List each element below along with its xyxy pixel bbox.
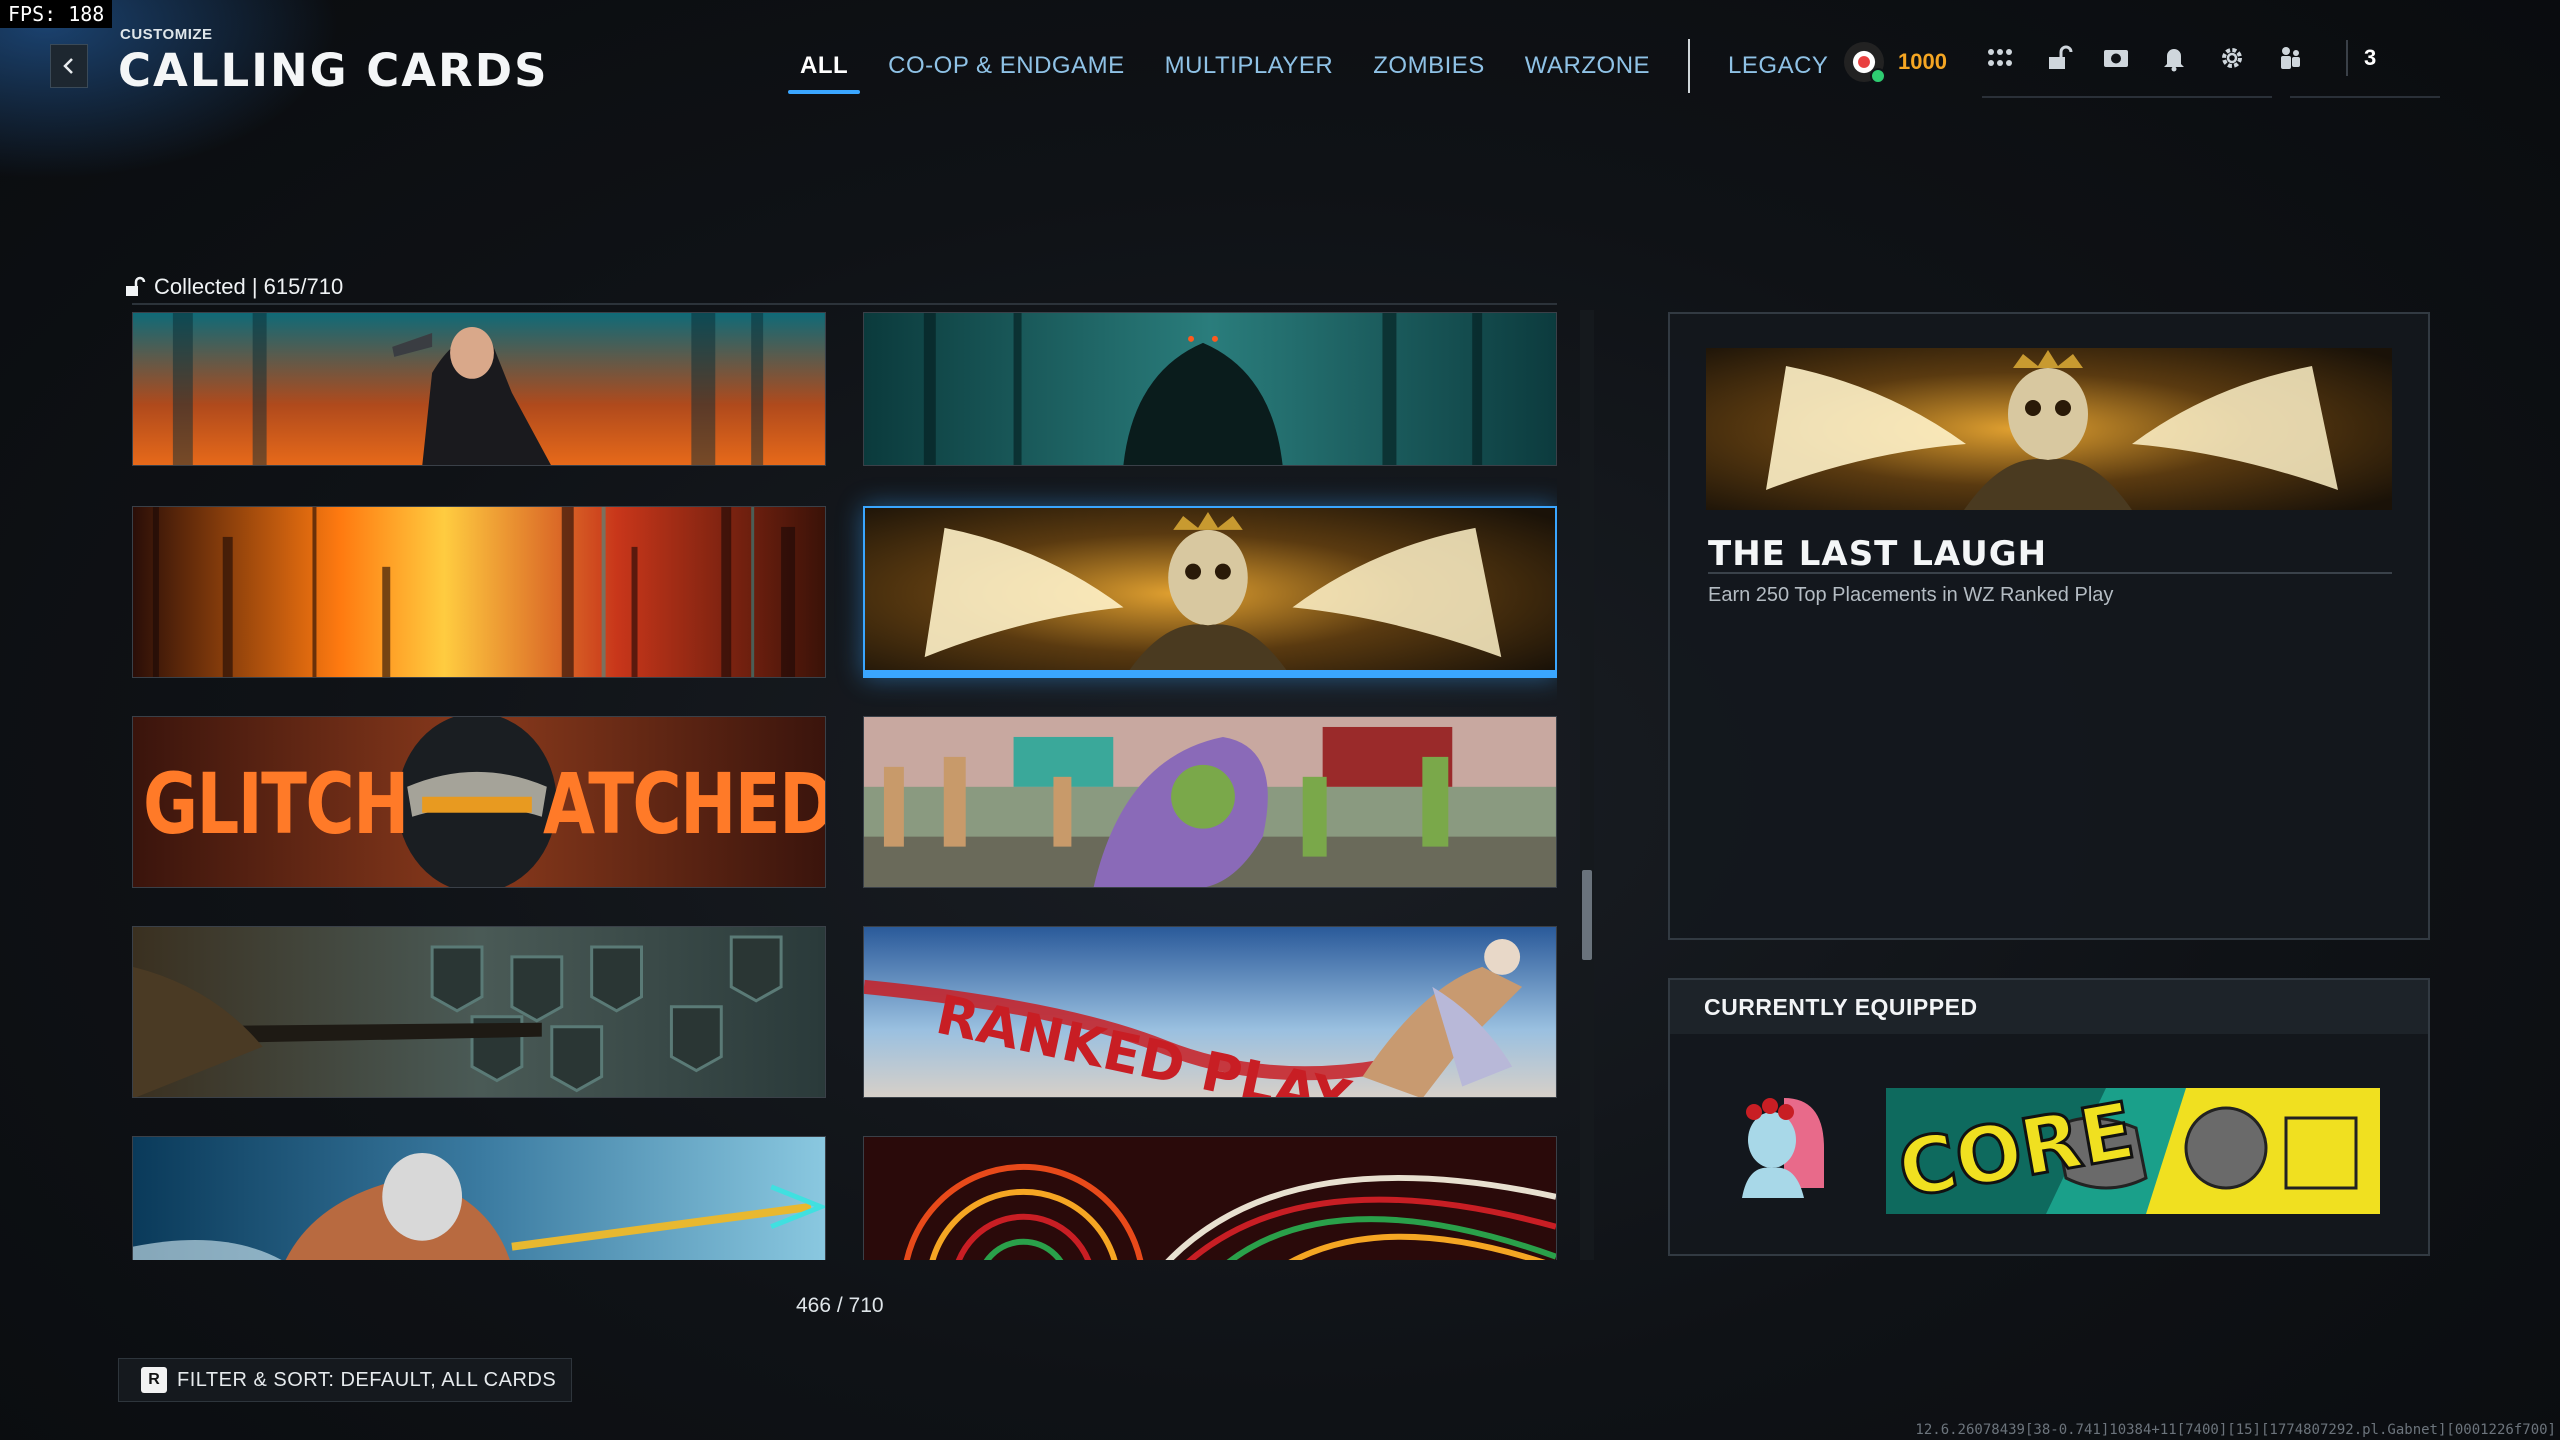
equipped-emblem[interactable] xyxy=(1724,1088,1834,1200)
pagination-counter: 466 / 710 xyxy=(796,1294,884,1317)
chevron-left-icon xyxy=(63,58,73,74)
tab-multiplayer[interactable]: MULTIPLAYER xyxy=(1165,48,1334,84)
calling-card-ranked-play[interactable]: RANKED PLAY xyxy=(863,926,1557,1098)
card-art-spiral xyxy=(864,1137,1556,1260)
party-separator xyxy=(2346,40,2348,76)
detail-art-last-laugh xyxy=(1706,348,2392,510)
grid-divider xyxy=(132,303,1557,305)
calling-card-zombie-barbecue[interactable] xyxy=(863,716,1557,888)
card-art-last-laugh xyxy=(865,508,1555,676)
tab-all[interactable]: ALL xyxy=(787,48,861,94)
card-detail-panel: THE LAST LAUGH Earn 250 Top Placements i… xyxy=(1668,312,2430,940)
detail-card-description: Earn 250 Top Placements in WZ Ranked Pla… xyxy=(1708,584,2114,606)
filter-sort-label: FILTER & SORT: DEFAULT, ALL CARDS xyxy=(177,1368,557,1391)
grid-scrollbar[interactable] xyxy=(1580,310,1594,1260)
calling-card-agent-operator[interactable] xyxy=(132,312,826,466)
cod-points[interactable]: 1000 xyxy=(1844,42,1947,84)
card-art-orange-glitch xyxy=(133,507,825,677)
page-title: CALLING CARDS xyxy=(118,44,549,97)
tab-warzone[interactable]: WARZONE xyxy=(1525,48,1650,84)
calling-card-jungle-beast[interactable] xyxy=(863,312,1557,466)
detail-card-preview xyxy=(1706,348,2392,510)
calling-card-the-last-laugh[interactable] xyxy=(863,506,1557,678)
cod-points-icon xyxy=(1844,42,1886,84)
card-text-patched: ATCHED xyxy=(543,755,826,853)
category-tabs: ALL CO-OP & ENDGAME MULTIPLAYER ZOMBIES … xyxy=(787,39,1868,94)
detail-card-name: THE LAST LAUGH xyxy=(1708,534,2048,574)
fps-counter: FPS: 188 xyxy=(0,0,113,28)
card-art-poseidon xyxy=(133,1137,825,1260)
calling-card-poseidon[interactable] xyxy=(132,1136,826,1260)
camera-icon[interactable] xyxy=(2098,40,2134,76)
back-button[interactable] xyxy=(50,44,88,88)
unlock-icon xyxy=(126,276,146,296)
detail-divider xyxy=(1708,572,2392,574)
apps-grid-icon[interactable] xyxy=(1982,40,2018,76)
calling-card-orange-glitch[interactable] xyxy=(132,506,826,678)
online-status-dot xyxy=(1870,68,1886,84)
gear-icon[interactable] xyxy=(2214,40,2250,76)
equipped-calling-card[interactable]: CORE xyxy=(1886,1088,2380,1214)
tab-coop-endgame[interactable]: CO-OP & ENDGAME xyxy=(888,48,1124,84)
calling-card-grid: GLITCH ATCHED RANKED PLAY xyxy=(132,310,1557,1260)
filter-key-hint: R xyxy=(141,1367,167,1393)
padlock-icon[interactable] xyxy=(2040,40,2076,76)
card-art-sniper-helmets xyxy=(133,927,825,1097)
party-icon[interactable] xyxy=(2272,40,2308,76)
build-debug-string: 12.6.26078439[38-0.741]10384+11[7400][15… xyxy=(1915,1422,2556,1438)
tab-divider xyxy=(1688,39,1691,93)
topbar-underline-right xyxy=(2290,96,2440,98)
party-count: 3 xyxy=(2330,40,2376,76)
filter-sort-button[interactable]: R FILTER & SORT: DEFAULT, ALL CARDS xyxy=(118,1358,572,1402)
bell-icon[interactable] xyxy=(2156,40,2192,76)
card-art-jungle xyxy=(864,313,1556,465)
emblem-art xyxy=(1742,1098,1824,1198)
card-art-zombie-barbecue xyxy=(864,717,1556,887)
page-subtitle: CUSTOMIZE xyxy=(120,26,213,43)
selected-indicator xyxy=(865,670,1555,676)
collected-label: Collected | 615/710 xyxy=(154,274,344,299)
grid-scrollbar-thumb[interactable] xyxy=(1582,870,1592,960)
collected-counter: Collected | 615/710 xyxy=(124,274,343,300)
cod-points-value: 1000 xyxy=(1898,49,1947,74)
tab-zombies[interactable]: ZOMBIES xyxy=(1373,48,1485,84)
calling-card-sniper-helmets[interactable] xyxy=(132,926,826,1098)
card-text-glitch: GLITCH xyxy=(143,755,409,853)
currently-equipped-panel: CURRENTLY EQUIPPED CORE xyxy=(1668,978,2430,1256)
card-art-agent xyxy=(133,313,825,465)
tab-legacy[interactable]: LEGACY xyxy=(1728,48,1828,84)
calling-card-spiral-pattern[interactable] xyxy=(863,1136,1557,1260)
topbar-underline xyxy=(1982,96,2272,98)
equipped-header: CURRENTLY EQUIPPED xyxy=(1670,980,2428,1034)
equipped-label: CURRENTLY EQUIPPED xyxy=(1704,994,1978,1020)
topbar-icons xyxy=(1982,40,2330,76)
party-count-value: 3 xyxy=(2364,45,2377,70)
calling-card-glitch-patched[interactable]: GLITCH ATCHED xyxy=(132,716,826,888)
